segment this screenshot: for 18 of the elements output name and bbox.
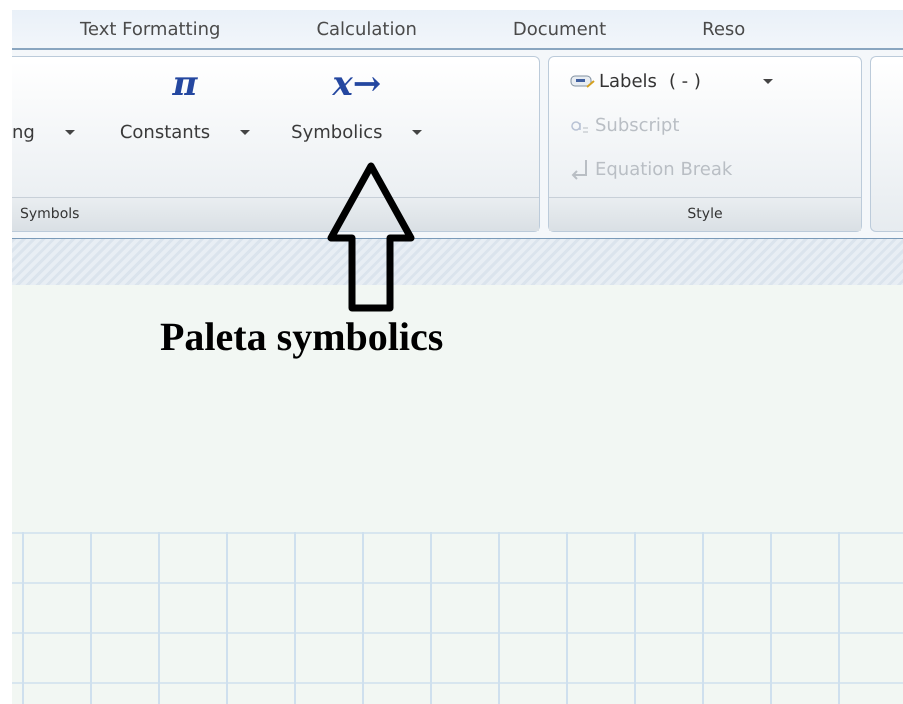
dropdown-caret-icon: [64, 130, 75, 135]
ribbon-button[interactable]: x→ Symbolics: [291, 57, 422, 197]
ribbon-tab[interactable]: Calculation: [316, 16, 417, 42]
annotation-caption: Paleta symbolics: [160, 315, 444, 359]
dropdown-caret-icon: [240, 130, 250, 135]
ribbon-button[interactable]: π Constants: [120, 57, 250, 197]
ribbon-button[interactable]: ng: [12, 57, 75, 197]
ribbon-tab[interactable]: Reso: [702, 16, 746, 42]
dropdown-caret-icon: [762, 78, 773, 84]
label-tag-icon: [569, 73, 595, 89]
ribbon-tab[interactable]: Document: [512, 16, 606, 42]
dropdown-caret-icon: [412, 130, 422, 135]
symbol-icon: x→: [332, 64, 382, 104]
symbol-icon: π: [172, 64, 198, 104]
group-title: Style: [687, 205, 723, 224]
ribbon-button[interactable]: Labels ( - ): [549, 59, 861, 103]
group-title: Symbols: [20, 205, 80, 224]
ribbon-tab[interactable]: Text Formatting: [80, 16, 220, 42]
